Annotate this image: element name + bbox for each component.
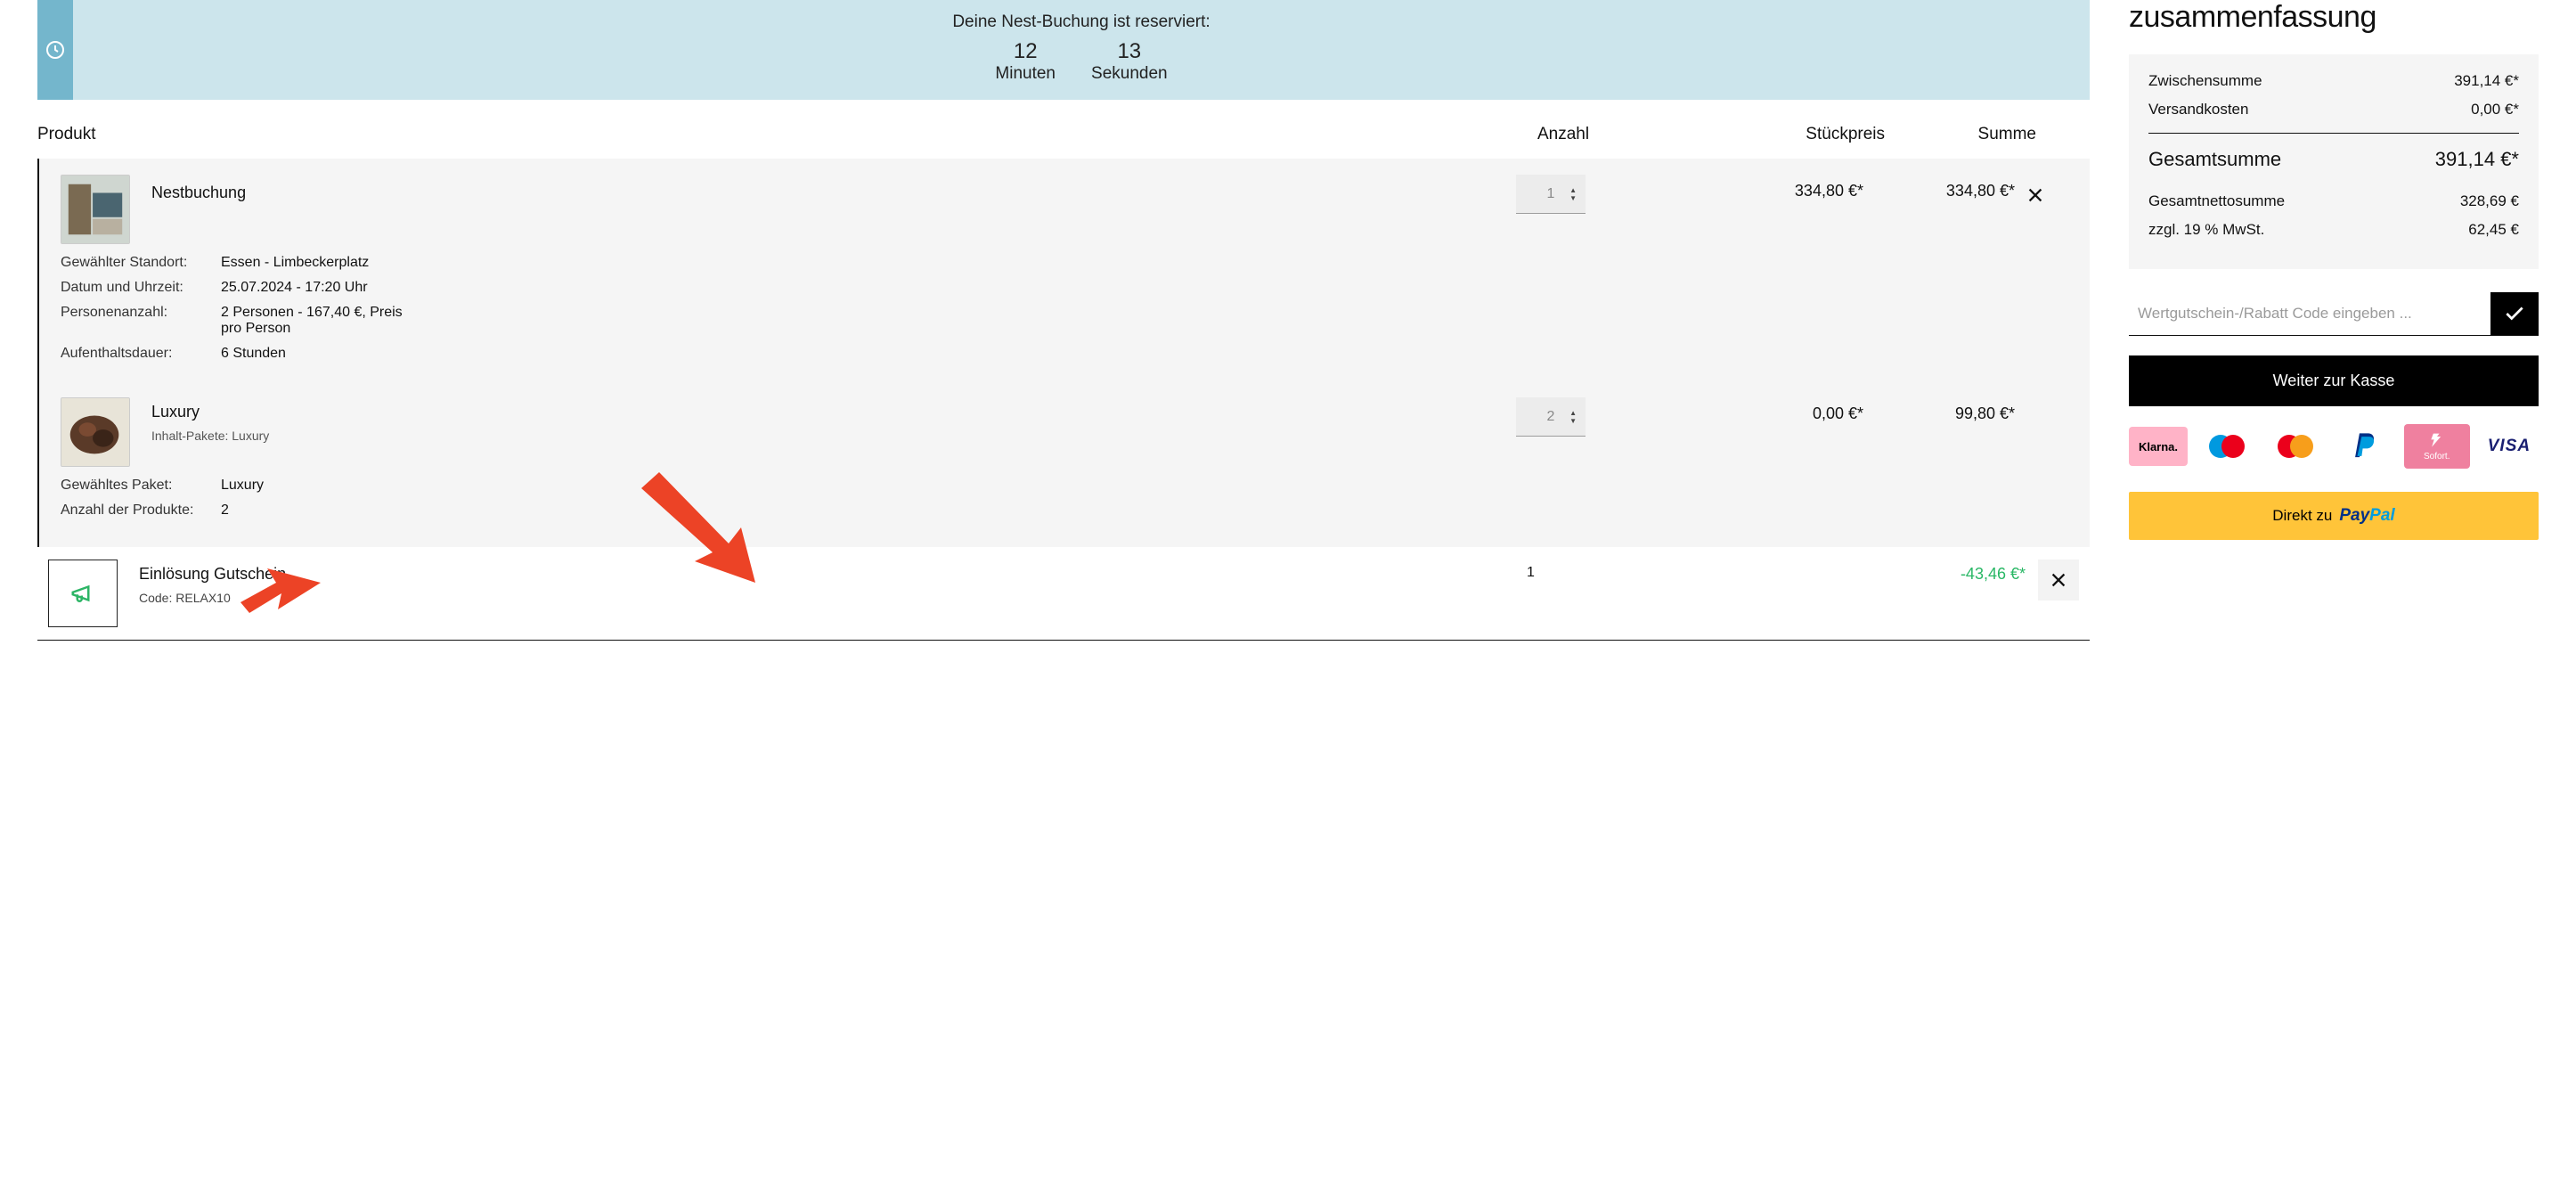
cart-item: Luxury Inhalt-Pakete: Luxury 2 ▲▼ 0,00 €… bbox=[61, 397, 2068, 467]
voucher-amount: -43,46 €* bbox=[1874, 560, 2026, 584]
megaphone-icon bbox=[48, 560, 118, 627]
timer-title: Deine Nest-Buchung ist reserviert: bbox=[73, 12, 2090, 32]
line-sum: 334,80 €* bbox=[1863, 175, 2015, 200]
sofort-logo: Sofort. bbox=[2404, 424, 2470, 469]
detail-value: 6 Stunden bbox=[221, 346, 2068, 362]
voucher-row: Einlösung Gutschein Code: RELAX10 1 -43,… bbox=[37, 547, 2090, 627]
total-value: 391,14 €* bbox=[2435, 148, 2519, 171]
col-sum: Summe bbox=[1885, 125, 2036, 144]
col-unit-price: Stückpreis bbox=[1724, 125, 1885, 144]
product-name: Nestbuchung bbox=[151, 175, 1516, 202]
cart-item: Nestbuchung 1 ▲▼ 334,80 €* 334,80 €* bbox=[61, 175, 2068, 244]
coupon-submit-button[interactable] bbox=[2490, 292, 2539, 335]
detail-label: Datum und Uhrzeit: bbox=[61, 280, 221, 296]
timer-seconds-label: Sekunden bbox=[1091, 64, 1168, 84]
timer-seconds: 13 bbox=[1091, 39, 1168, 64]
detail-value: 2 bbox=[221, 502, 2068, 519]
detail-label: Gewähltes Paket: bbox=[61, 478, 221, 494]
product-name: Luxury bbox=[151, 397, 1516, 421]
quantity-value: 2 bbox=[1547, 409, 1555, 425]
payment-method-logos: Klarna. Sofort. VISA bbox=[2129, 424, 2539, 469]
remove-item-button[interactable] bbox=[2015, 175, 2056, 216]
quantity-stepper[interactable]: 1 ▲▼ bbox=[1516, 175, 1586, 214]
voucher-title: Einlösung Gutschein bbox=[139, 565, 1527, 584]
unit-price: 0,00 €* bbox=[1703, 397, 1863, 423]
product-thumbnail bbox=[61, 397, 130, 467]
unit-price: 334,80 €* bbox=[1703, 175, 1863, 200]
stepper-arrows-icon: ▲▼ bbox=[1569, 409, 1577, 425]
line-sum: 99,80 €* bbox=[1863, 397, 2015, 423]
col-product: Produkt bbox=[37, 125, 1537, 144]
total-label: Gesamtsumme bbox=[2148, 148, 2281, 171]
visa-logo: VISA bbox=[2480, 427, 2539, 466]
detail-label: Personenanzahl: bbox=[61, 305, 221, 337]
voucher-code: RELAX10 bbox=[175, 591, 230, 605]
quantity-stepper[interactable]: 2 ▲▼ bbox=[1516, 397, 1586, 437]
cart-items-card: Nestbuchung 1 ▲▼ 334,80 €* 334,80 €* Gew… bbox=[37, 159, 2090, 547]
checkout-button[interactable]: Weiter zur Kasse bbox=[2129, 355, 2539, 406]
timer-minutes: 12 bbox=[995, 39, 1056, 64]
reservation-timer-banner: Deine Nest-Buchung ist reserviert: 12 Mi… bbox=[37, 0, 2090, 100]
vat-value: 62,45 € bbox=[2468, 221, 2519, 239]
maestro-logo bbox=[2197, 427, 2256, 466]
summary-title: zusammenfassung bbox=[2129, 0, 2539, 35]
summary-box: Zwischensumme 391,14 €* Versandkosten 0,00… bbox=[2129, 54, 2539, 269]
paypal-direct-button[interactable]: Direkt zu PayPal bbox=[2129, 492, 2539, 540]
paypal-logo bbox=[2336, 427, 2394, 466]
detail-value: 25.07.2024 - 17:20 Uhr bbox=[221, 280, 2068, 296]
shipping-value: 0,00 €* bbox=[2471, 101, 2519, 118]
stepper-arrows-icon: ▲▼ bbox=[1569, 186, 1577, 202]
quantity-value: 1 bbox=[1547, 186, 1555, 202]
voucher-qty: 1 bbox=[1527, 560, 1714, 581]
voucher-code-label: Code: bbox=[139, 591, 175, 605]
mastercard-logo bbox=[2266, 427, 2325, 466]
remove-voucher-button[interactable] bbox=[2038, 560, 2079, 600]
subtotal-label: Zwischensumme bbox=[2148, 72, 2262, 90]
product-subtitle: Inhalt-Pakete: Luxury bbox=[151, 429, 1516, 443]
timer-minutes-label: Minuten bbox=[995, 64, 1056, 84]
klarna-logo: Klarna. bbox=[2129, 427, 2188, 466]
shipping-label: Versandkosten bbox=[2148, 101, 2248, 118]
subtotal-value: 391,14 €* bbox=[2454, 72, 2519, 90]
paypal-prefix: Direkt zu bbox=[2272, 507, 2332, 525]
net-label: Gesamtnettosumme bbox=[2148, 192, 2285, 210]
detail-value: Luxury bbox=[221, 478, 2068, 494]
product-thumbnail bbox=[61, 175, 130, 244]
coupon-input-group bbox=[2129, 292, 2539, 336]
detail-label: Gewählter Standort: bbox=[61, 255, 221, 271]
detail-value: 2 Personen - 167,40 €, Preis pro Person bbox=[221, 305, 426, 337]
vat-label: zzgl. 19 % MwSt. bbox=[2148, 221, 2264, 239]
coupon-input[interactable] bbox=[2129, 292, 2490, 335]
cart-table-header: Produkt Anzahl Stückpreis Summe bbox=[37, 125, 2090, 159]
detail-label: Aufenthaltsdauer: bbox=[61, 346, 221, 362]
paypal-wordmark: PayPal bbox=[2339, 506, 2394, 526]
detail-value: Essen - Limbeckerplatz bbox=[221, 255, 2068, 271]
net-value: 328,69 € bbox=[2460, 192, 2519, 210]
clock-icon bbox=[37, 0, 73, 100]
col-quantity: Anzahl bbox=[1537, 125, 1724, 144]
detail-label: Anzahl der Produkte: bbox=[61, 502, 221, 519]
